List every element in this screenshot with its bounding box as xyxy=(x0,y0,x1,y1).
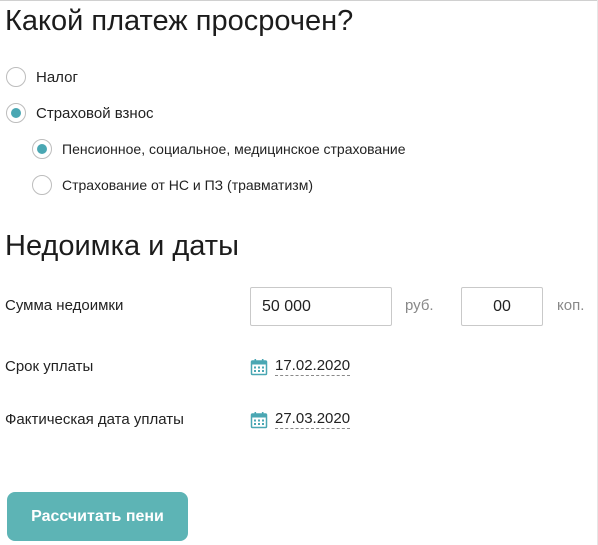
radio-insurance-indicator[interactable] xyxy=(6,103,26,123)
radio-injury-label[interactable]: Страхование от НС и ПЗ (травматизм) xyxy=(62,177,313,193)
radio-pension-label[interactable]: Пенсионное, социальное, медицинское стра… xyxy=(62,141,406,157)
calendar-icon[interactable] xyxy=(250,411,268,429)
rub-unit: руб. xyxy=(405,297,434,314)
radio-insurance[interactable]: Страховой взнос xyxy=(6,103,154,123)
calendar-icon[interactable] xyxy=(250,358,268,376)
radio-insurance-label[interactable]: Страховой взнос xyxy=(36,105,154,122)
amount-rub-input[interactable]: 50 000 xyxy=(250,287,392,326)
due-date-label: Срок уплаты xyxy=(5,358,94,375)
radio-pension-social-medical[interactable]: Пенсионное, социальное, медицинское стра… xyxy=(32,139,406,159)
radio-tax[interactable]: Налог xyxy=(6,67,78,87)
arrears-title: Недоимка и даты xyxy=(5,230,239,262)
radio-tax-indicator[interactable] xyxy=(6,67,26,87)
overdue-payment-title: Какой платеж просрочен? xyxy=(5,5,354,37)
amount-label: Сумма недоимки xyxy=(5,297,124,314)
actual-date-value[interactable]: 27.03.2020 xyxy=(275,410,351,429)
top-border xyxy=(0,0,598,1)
kop-unit: коп. xyxy=(557,297,585,314)
radio-pension-indicator[interactable] xyxy=(32,139,52,159)
radio-injury-indicator[interactable] xyxy=(32,175,52,195)
due-date-value[interactable]: 17.02.2020 xyxy=(275,357,351,376)
radio-tax-label[interactable]: Налог xyxy=(36,69,78,86)
calculate-penalty-button[interactable]: Рассчитать пени xyxy=(7,492,188,541)
actual-date-label: Фактическая дата уплаты xyxy=(5,411,184,428)
due-date-picker[interactable]: 17.02.2020 xyxy=(250,357,351,376)
radio-injury-insurance[interactable]: Страхование от НС и ПЗ (травматизм) xyxy=(32,175,313,195)
actual-date-picker[interactable]: 27.03.2020 xyxy=(250,410,351,429)
amount-kop-input[interactable]: 00 xyxy=(461,287,543,326)
